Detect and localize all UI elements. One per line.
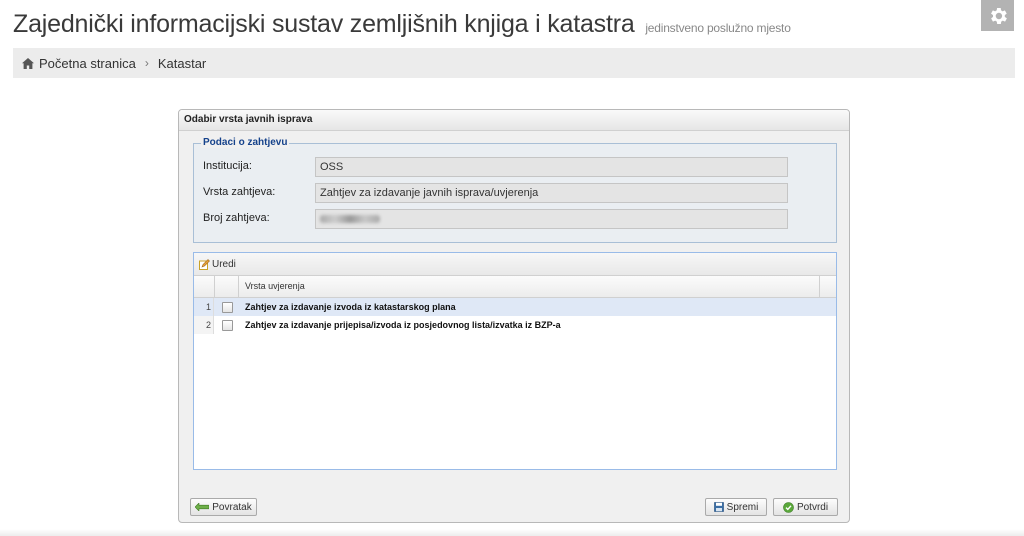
grid-header: Vrsta uvjerenja: [194, 276, 836, 298]
back-button-label: Povratak: [212, 501, 252, 513]
row-checkbox[interactable]: [222, 302, 233, 313]
app-title: Zajednički informacijski sustav zemljišn…: [13, 10, 635, 38]
header-checkbox-cell: [215, 276, 239, 297]
document-selection-panel: Odabir vrsta javnih isprava Podaci o zah…: [178, 109, 850, 523]
back-arrow-icon: [195, 503, 210, 511]
request-number-field: [315, 209, 788, 229]
row-number: 1: [194, 298, 214, 316]
edit-button[interactable]: Uredi: [199, 259, 236, 270]
row-number: 2: [194, 316, 214, 334]
app-subtitle: jedinstveno poslužno mjesto: [645, 21, 791, 35]
column-header-certificate-type[interactable]: Vrsta uvjerenja: [239, 276, 820, 297]
save-button-label: Spremi: [726, 501, 759, 513]
floppy-disk-icon: [713, 502, 724, 512]
certificate-type-grid: Uredi Vrsta uvjerenja 1 Zahtjev za izdav…: [193, 252, 837, 470]
pencil-icon: [199, 258, 210, 270]
breadcrumb: Početna stranica › Katastar: [13, 48, 1015, 78]
home-icon: [22, 57, 34, 69]
check-circle-icon: [783, 501, 794, 513]
gear-icon: [990, 7, 1007, 24]
breadcrumb-current[interactable]: Katastar: [158, 56, 206, 71]
request-number-label: Broj zahtjeva:: [203, 212, 270, 224]
redacted-value: [320, 215, 380, 223]
back-button[interactable]: Povratak: [190, 498, 257, 516]
breadcrumb-home-link[interactable]: Početna stranica: [39, 56, 136, 71]
confirm-button-label: Potvrdi: [796, 501, 829, 513]
fieldset-legend: Podaci o zahtjevu: [201, 137, 290, 148]
confirm-button[interactable]: Potvrdi: [773, 498, 838, 516]
panel-title: Odabir vrsta javnih isprava: [179, 110, 849, 131]
institution-field: OSS: [315, 157, 788, 177]
row-text: Zahtjev za izdavanje izvoda iz katastars…: [245, 302, 456, 312]
request-type-label: Vrsta zahtjeva:: [203, 186, 276, 198]
table-row[interactable]: 1 Zahtjev za izdavanje izvoda iz katasta…: [194, 298, 836, 316]
page-title: Zajednički informacijski sustav zemljišn…: [13, 10, 791, 39]
chevron-right-icon: ›: [144, 56, 149, 70]
page-bottom-edge: [0, 529, 1024, 536]
table-row[interactable]: 2 Zahtjev za izdavanje prijepisa/izvoda …: [194, 316, 836, 334]
settings-button[interactable]: [981, 0, 1014, 31]
save-button[interactable]: Spremi: [705, 498, 767, 516]
request-type-field: Zahtjev za izdavanje javnih isprava/uvje…: [315, 183, 788, 203]
grid-toolbar: Uredi: [194, 253, 836, 276]
row-checkbox[interactable]: [222, 320, 233, 331]
request-details-fieldset: Podaci o zahtjevu Institucija: OSS Vrsta…: [193, 137, 837, 243]
institution-label: Institucija:: [203, 160, 252, 172]
header-rownum-cell: [194, 276, 215, 297]
edit-button-label: Uredi: [212, 258, 236, 270]
row-text: Zahtjev za izdavanje prijepisa/izvoda iz…: [245, 320, 561, 330]
